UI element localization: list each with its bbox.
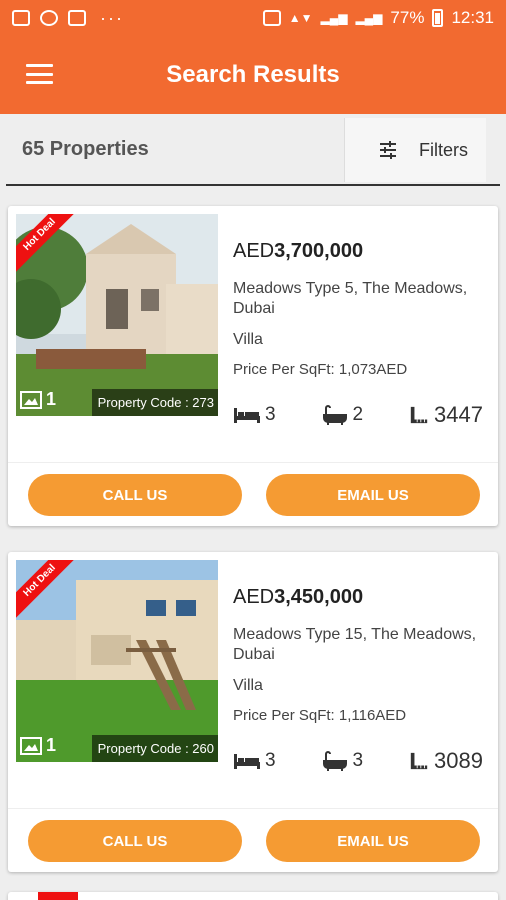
property-code: Property Code : 260	[91, 735, 218, 762]
notification-icon	[12, 10, 30, 26]
bathrooms: 2	[321, 404, 364, 426]
property-count: 65 Properties	[22, 138, 149, 160]
page-title: Search Results	[166, 61, 340, 88]
bathtub-icon	[322, 751, 347, 771]
price-amount: 3,700,000	[274, 240, 364, 262]
property-address: Meadows Type 15, The Meadows, Dubai	[233, 626, 477, 663]
property-type: Villa	[233, 331, 263, 348]
property-card-partial[interactable]	[8, 892, 498, 900]
menu-icon[interactable]	[26, 64, 53, 84]
villa-photo	[16, 214, 218, 416]
image-count: 1	[20, 735, 56, 756]
property-price: AED3,450,000	[233, 586, 488, 609]
property-photo[interactable]: Hot Deal 1 Property Code : 273	[16, 214, 218, 416]
filters-label: Filters	[419, 139, 468, 160]
price-amount: 3,450,000	[274, 586, 364, 608]
email-us-button[interactable]: EMAIL US	[266, 474, 480, 516]
property-info: AED3,450,000 Meadows Type 15, The Meadow…	[233, 586, 488, 724]
email-us-button[interactable]: EMAIL US	[266, 820, 480, 862]
area: 3447	[408, 402, 483, 428]
bedrooms-count: 3	[265, 404, 276, 425]
more-notifications-icon: ···	[100, 7, 124, 28]
bedrooms: 3	[233, 750, 276, 772]
property-type: Villa	[233, 677, 263, 694]
image-count: 1	[20, 389, 56, 410]
property-price: AED3,700,000	[233, 240, 488, 263]
filter-sliders-icon	[380, 141, 396, 159]
bedrooms-count: 3	[265, 750, 276, 771]
gallery-notification-icon	[68, 10, 86, 26]
area-value: 3447	[434, 402, 483, 427]
app-notification-icon	[40, 10, 58, 26]
sim-icon	[262, 10, 281, 26]
price-per-sqft: Price Per SqFt: 1,116AED	[233, 707, 407, 724]
property-card[interactable]: Hot Deal 1 Property Code : 260 AED3,450,…	[8, 552, 498, 872]
property-features: 3 2 3447	[233, 402, 483, 428]
bathrooms-count: 3	[352, 750, 364, 771]
divider	[6, 184, 500, 186]
signal-icon: ▂▄▆	[320, 11, 348, 25]
bedrooms: 3	[233, 404, 276, 426]
call-us-button[interactable]: CALL US	[28, 474, 242, 516]
call-us-button[interactable]: CALL US	[28, 820, 242, 862]
battery-icon	[432, 9, 444, 27]
bathrooms-count: 2	[352, 404, 364, 425]
area: 3089	[408, 748, 483, 774]
area-value: 3089	[434, 748, 483, 773]
image-count-value: 1	[46, 389, 57, 409]
price-per-sqft: Price Per SqFt: 1,073AED	[233, 361, 408, 378]
wifi-icon: ▲▼	[288, 11, 313, 25]
card-divider	[8, 808, 498, 809]
property-photo[interactable]: Hot Deal 1 Property Code : 260	[16, 560, 218, 762]
status-bar: ··· ▲▼ ▂▄▆ ▂▄▆ 77% 12:31	[0, 0, 506, 36]
app-bar: Search Results	[0, 36, 506, 114]
image-icon	[20, 390, 42, 409]
bed-icon	[234, 408, 260, 423]
bathrooms: 3	[321, 750, 364, 772]
bed-icon	[234, 754, 260, 769]
property-code: Property Code : 273	[91, 389, 218, 416]
filters-button[interactable]: Filters	[344, 118, 486, 182]
property-info: AED3,700,000 Meadows Type 5, The Meadows…	[233, 240, 488, 378]
battery-percent: 77%	[390, 8, 425, 27]
results-header: 65 Properties Filters	[0, 114, 506, 184]
ruler-icon	[410, 406, 428, 424]
bathtub-icon	[322, 405, 347, 425]
property-card[interactable]: Hot Deal 1 Property Code : 273 AED3,700,…	[8, 206, 498, 526]
clock: 12:31	[451, 8, 494, 27]
ruler-icon	[410, 752, 428, 770]
image-count-value: 1	[46, 735, 57, 755]
property-features: 3 3 3089	[233, 748, 483, 774]
price-currency: AED	[233, 240, 275, 262]
card-divider	[8, 462, 498, 463]
signal-2-icon: ▂▄▆	[355, 11, 383, 25]
price-currency: AED	[233, 586, 275, 608]
image-icon	[20, 736, 42, 755]
property-address: Meadows Type 5, The Meadows, Dubai	[233, 280, 468, 317]
villa-photo	[16, 560, 218, 762]
hot-deal-badge-partial	[38, 892, 78, 900]
